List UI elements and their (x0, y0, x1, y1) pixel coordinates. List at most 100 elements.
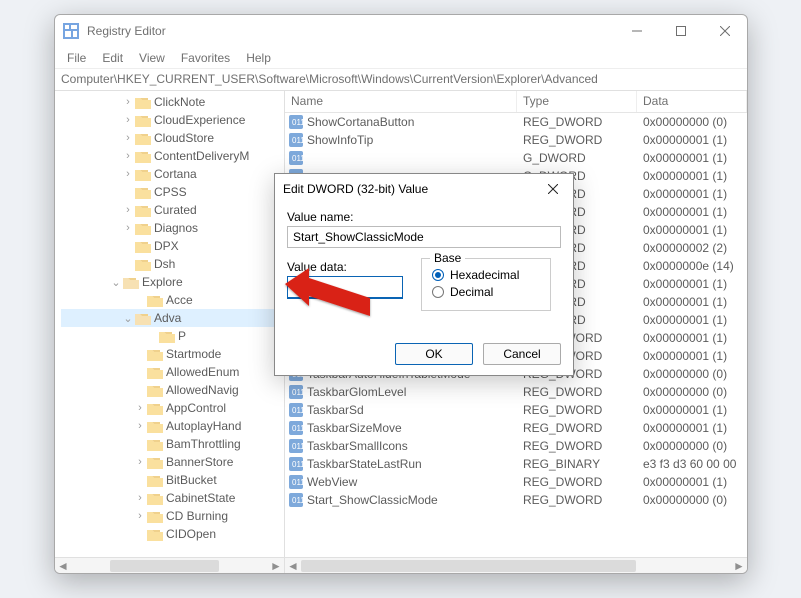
tree-node[interactable]: ›Curated (61, 201, 284, 219)
tree-node[interactable]: Startmode (61, 345, 284, 363)
menu-favorites[interactable]: Favorites (173, 49, 238, 67)
scroll-thumb[interactable] (110, 560, 218, 572)
value-row[interactable]: 011Start_ShowClassicModeREG_DWORD0x00000… (285, 491, 747, 509)
value-data: 0x0000000e (14) (637, 259, 747, 273)
tree-node[interactable]: ›CloudStore (61, 129, 284, 147)
value-row[interactable]: 011TaskbarSmallIconsREG_DWORD0x00000000 … (285, 437, 747, 455)
menu-help[interactable]: Help (238, 49, 279, 67)
tree-hscroll[interactable]: ◄ ► (55, 557, 284, 573)
tree-node[interactable]: BitBucket (61, 471, 284, 489)
scroll-right-icon[interactable]: ► (268, 558, 284, 574)
value-row[interactable]: 011WebViewREG_DWORD0x00000001 (1) (285, 473, 747, 491)
tree-node[interactable]: CPSS (61, 183, 284, 201)
value-row[interactable]: 011ShowCortanaButtonREG_DWORD0x00000000 … (285, 113, 747, 131)
tree-node[interactable]: ›AutoplayHand (61, 417, 284, 435)
value-name: Start_ShowClassicMode (307, 493, 438, 507)
tree-label: ContentDeliveryM (154, 149, 249, 163)
expand-icon[interactable]: › (121, 96, 135, 108)
radio-dec[interactable]: Decimal (432, 285, 540, 299)
folder-icon (147, 492, 163, 505)
cancel-button[interactable]: Cancel (483, 343, 561, 365)
folder-icon (135, 312, 151, 325)
menu-view[interactable]: View (131, 49, 173, 67)
value-data: 0x00000000 (0) (637, 385, 747, 399)
value-type: REG_DWORD (517, 493, 637, 507)
expand-icon[interactable]: › (121, 132, 135, 144)
tree-node[interactable]: ⌄Explore (61, 273, 284, 291)
tree-node[interactable]: AllowedNavig (61, 381, 284, 399)
scroll-left-icon[interactable]: ◄ (55, 558, 71, 574)
value-name: TaskbarSd (307, 403, 364, 417)
value-row[interactable]: 011TaskbarSdREG_DWORD0x00000001 (1) (285, 401, 747, 419)
tree-node[interactable]: › ContentDeliveryM (61, 147, 284, 165)
tree-node[interactable]: ›Diagnos (61, 219, 284, 237)
value-row[interactable]: 011ShowInfoTipREG_DWORD0x00000001 (1) (285, 131, 747, 149)
value-row[interactable]: 011TaskbarStateLastRunREG_BINARYe3 f3 d3… (285, 455, 747, 473)
expand-icon[interactable]: › (133, 492, 147, 504)
tree-node[interactable]: ›Cortana (61, 165, 284, 183)
expand-icon[interactable]: › (121, 114, 135, 126)
expand-icon[interactable]: ⌄ (109, 276, 123, 289)
expand-icon[interactable]: ⌄ (121, 312, 135, 325)
folder-icon (147, 384, 163, 397)
tree-node[interactable]: ›CD Burning (61, 507, 284, 525)
list-hscroll[interactable]: ◄ ► (285, 557, 747, 573)
close-button[interactable] (703, 15, 747, 47)
value-data: 0x00000001 (1) (637, 313, 747, 327)
address-bar[interactable]: Computer\HKEY_CURRENT_USER\Software\Micr… (55, 69, 747, 91)
menu-file[interactable]: File (59, 49, 94, 67)
tree-node[interactable]: CIDOpen (61, 525, 284, 543)
tree-label: CabinetState (166, 491, 235, 505)
col-type[interactable]: Type (517, 91, 637, 112)
svg-text:011: 011 (292, 442, 303, 451)
tree-node[interactable]: AllowedEnum (61, 363, 284, 381)
value-data-input[interactable] (287, 276, 403, 299)
expand-icon[interactable]: › (121, 150, 135, 162)
folder-icon (147, 528, 163, 541)
expand-icon[interactable]: › (121, 222, 135, 234)
scroll-left-icon[interactable]: ◄ (285, 558, 301, 574)
value-type: REG_DWORD (517, 421, 637, 435)
tree-node[interactable]: Acce (61, 291, 284, 309)
tree-label: Startmode (166, 347, 221, 361)
expand-icon[interactable]: › (133, 402, 147, 414)
expand-icon[interactable]: › (133, 456, 147, 468)
tree-node[interactable]: ›CloudExperience (61, 111, 284, 129)
tree-node[interactable]: ›AppControl (61, 399, 284, 417)
expand-icon[interactable]: › (121, 204, 135, 216)
tree-node[interactable]: BamThrottling (61, 435, 284, 453)
expand-icon[interactable]: › (133, 420, 147, 432)
tree-node[interactable]: › CabinetState (61, 489, 284, 507)
value-data: 0x00000001 (1) (637, 169, 747, 183)
tree-node[interactable]: ›BannerStore (61, 453, 284, 471)
value-row[interactable]: 011TaskbarGlomLevelREG_DWORD0x00000000 (… (285, 383, 747, 401)
value-row[interactable]: 011TaskbarSizeMoveREG_DWORD0x00000001 (1… (285, 419, 747, 437)
scroll-right-icon[interactable]: ► (731, 558, 747, 574)
tree-node[interactable]: ›ClickNote (61, 93, 284, 111)
tree-pane[interactable]: ›ClickNote›CloudExperience›CloudStore›Co… (55, 91, 285, 573)
value-name-field (287, 226, 561, 248)
dword-icon: 011 (289, 457, 303, 471)
menu-edit[interactable]: Edit (94, 49, 131, 67)
folder-icon (147, 438, 163, 451)
value-data: 0x00000001 (1) (637, 331, 747, 345)
expand-icon[interactable]: › (121, 168, 135, 180)
value-row[interactable]: 011G_DWORD0x00000001 (1) (285, 149, 747, 167)
value-data: 0x00000001 (1) (637, 205, 747, 219)
tree-label: BamThrottling (166, 437, 241, 451)
col-data[interactable]: Data (637, 91, 747, 112)
list-header[interactable]: Name Type Data (285, 91, 747, 113)
expand-icon[interactable]: › (133, 510, 147, 522)
tree-node[interactable]: ⌄Adva (61, 309, 284, 327)
tree-node[interactable]: P (61, 327, 284, 345)
dialog-close-button[interactable] (541, 177, 565, 201)
maximize-button[interactable] (659, 15, 703, 47)
col-name[interactable]: Name (285, 91, 517, 112)
folder-icon (135, 240, 151, 253)
ok-button[interactable]: OK (395, 343, 473, 365)
scroll-thumb[interactable] (301, 560, 636, 572)
radio-hex[interactable]: Hexadecimal (432, 268, 540, 282)
tree-node[interactable]: DPX (61, 237, 284, 255)
tree-node[interactable]: Dsh (61, 255, 284, 273)
minimize-button[interactable] (615, 15, 659, 47)
